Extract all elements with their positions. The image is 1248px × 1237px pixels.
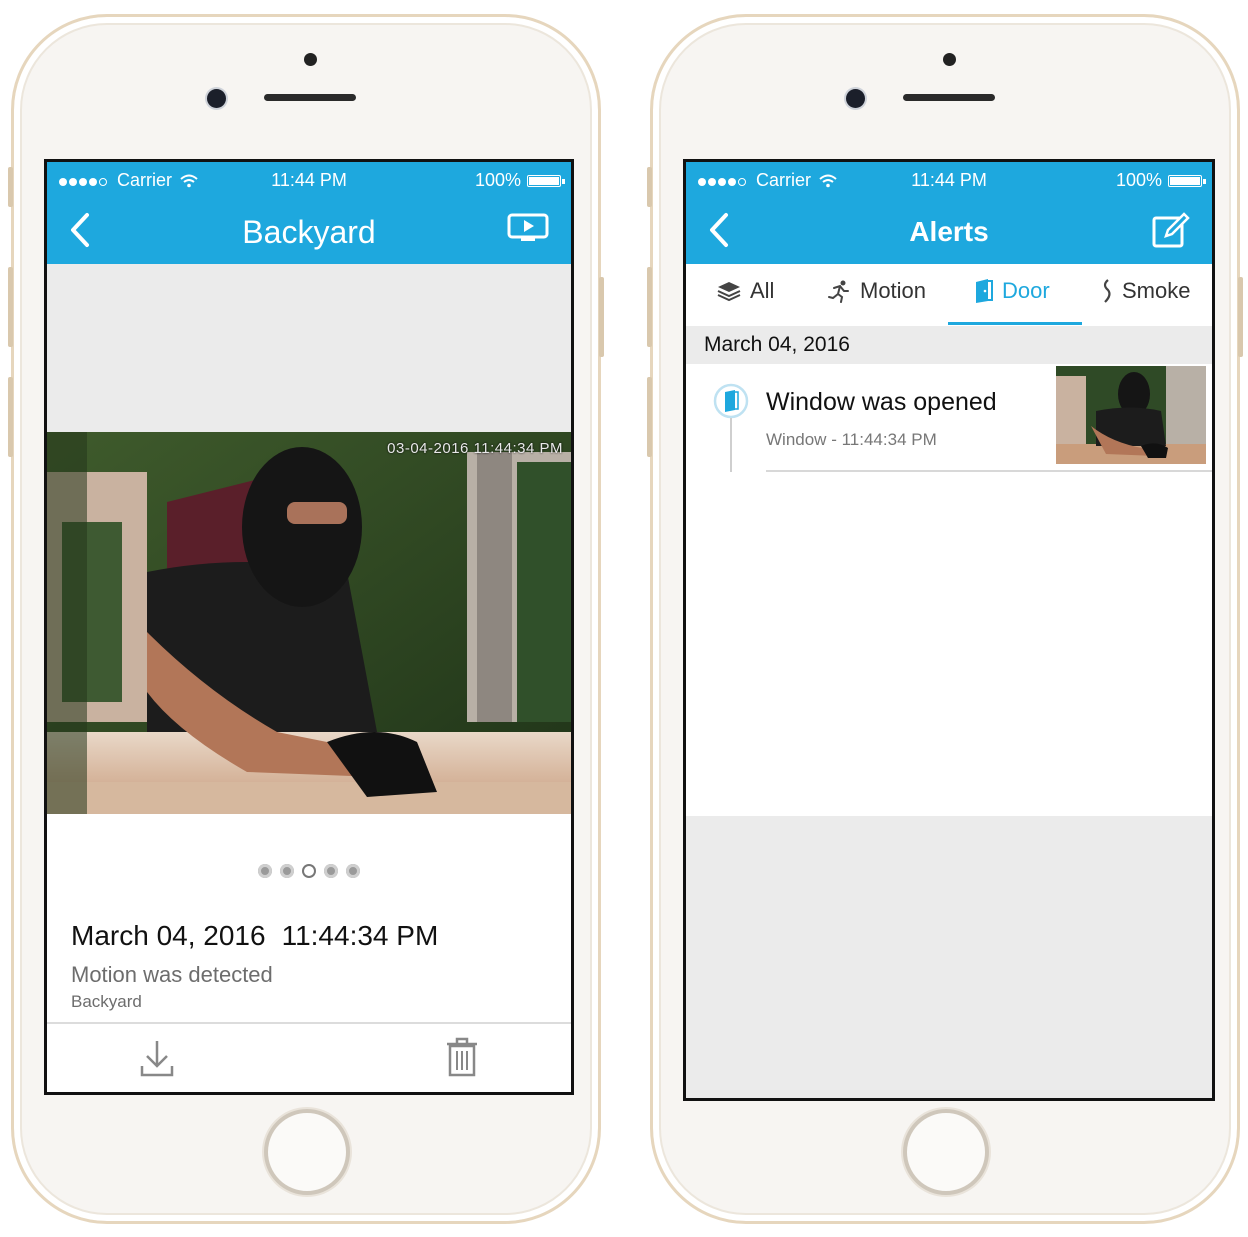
mute-switch: [8, 167, 13, 207]
alert-subtitle: Window - 11:44:34 PM: [766, 430, 937, 450]
earpiece-speaker: [903, 94, 995, 101]
event-time: 11:44:34 PM: [281, 920, 439, 951]
tab-smoke[interactable]: Smoke: [1100, 278, 1190, 304]
nav-bar: Alerts: [686, 198, 1212, 264]
home-button[interactable]: [264, 1109, 350, 1195]
status-bar: Carrier 11:44 PM 100%: [47, 162, 571, 198]
door-icon: [712, 382, 750, 477]
proximity-sensor: [304, 53, 317, 66]
photo-top-padding: [47, 264, 571, 432]
power-button: [599, 277, 604, 357]
pager-dot[interactable]: [280, 864, 294, 878]
alert-sensor: Window: [766, 430, 827, 449]
tab-motion[interactable]: Motion: [826, 278, 926, 304]
edit-icon[interactable]: [1152, 212, 1190, 253]
earpiece-speaker: [264, 94, 356, 101]
event-snapshot[interactable]: 03-04-2016 11:44:34 PM: [47, 432, 571, 814]
left-phone: Carrier 11:44 PM 100% Backyard 03-04-201…: [8, 14, 604, 1224]
power-button: [1238, 277, 1243, 357]
page-title: Alerts: [909, 216, 989, 247]
event-date: March 04, 2016: [71, 920, 266, 951]
alert-title: Window was opened: [766, 388, 997, 416]
battery-percent: 100%: [474, 170, 521, 190]
right-phone: Carrier 11:44 PM 100% Alerts All Motion …: [647, 14, 1243, 1224]
tab-door[interactable]: Door: [972, 278, 1050, 304]
mute-switch: [647, 167, 652, 207]
tab-all[interactable]: All: [716, 278, 774, 304]
tab-motion-label: Motion: [860, 278, 927, 303]
front-camera: [846, 89, 865, 108]
volume-down-button: [647, 377, 652, 457]
battery-icon: [1168, 174, 1206, 187]
proximity-sensor: [943, 53, 956, 66]
tab-all-label: All: [750, 278, 775, 303]
volume-down-button: [8, 377, 13, 457]
active-tab-indicator: [948, 322, 1082, 325]
front-camera: [207, 89, 226, 108]
home-button[interactable]: [903, 1109, 989, 1195]
play-video-icon[interactable]: [507, 212, 549, 247]
nav-bar: Backyard: [47, 198, 571, 264]
pager-dot[interactable]: [346, 864, 360, 878]
photo-pager[interactable]: [47, 864, 571, 878]
list-item[interactable]: Window was opened Window - 11:44:34 PM: [686, 366, 1212, 472]
event-message: Motion was detected: [71, 962, 273, 987]
filter-tabs: All Motion Door Smoke: [686, 264, 1212, 326]
toolbar-divider: [47, 1022, 571, 1024]
alert-separator: -: [831, 430, 837, 449]
battery-percent: 100%: [1115, 170, 1162, 190]
pager-dot[interactable]: [258, 864, 272, 878]
list-item-divider: [766, 470, 1212, 472]
pager-dot[interactable]: [324, 864, 338, 878]
layers-icon: [717, 282, 741, 302]
volume-up-button: [8, 267, 13, 347]
download-icon[interactable]: [139, 1038, 175, 1083]
right-screen: Carrier 11:44 PM 100% Alerts All Motion …: [683, 159, 1215, 1101]
running-icon: [828, 280, 849, 303]
event-datetime: March 04, 2016 11:44:34 PM: [71, 920, 438, 952]
trash-icon[interactable]: [445, 1036, 479, 1083]
tab-smoke-label: Smoke: [1122, 278, 1191, 303]
tab-door-label: Door: [1002, 278, 1050, 303]
smoke-icon: [1103, 279, 1111, 303]
alert-thumbnail[interactable]: [1056, 366, 1206, 464]
left-screen: Carrier 11:44 PM 100% Backyard 03-04-201…: [44, 159, 574, 1095]
snapshot-timestamp: 03-04-2016 11:44:34 PM: [387, 440, 563, 457]
date-section-header: March 04, 2016: [686, 326, 1212, 364]
page-title: Backyard: [242, 214, 376, 250]
volume-up-button: [647, 267, 652, 347]
event-location: Backyard: [71, 992, 142, 1011]
status-bar: Carrier 11:44 PM 100%: [686, 162, 1212, 198]
pager-dot-active[interactable]: [302, 864, 316, 878]
battery-icon: [527, 174, 565, 187]
door-icon: [976, 279, 993, 303]
alert-time: 11:44:34 PM: [841, 430, 937, 449]
